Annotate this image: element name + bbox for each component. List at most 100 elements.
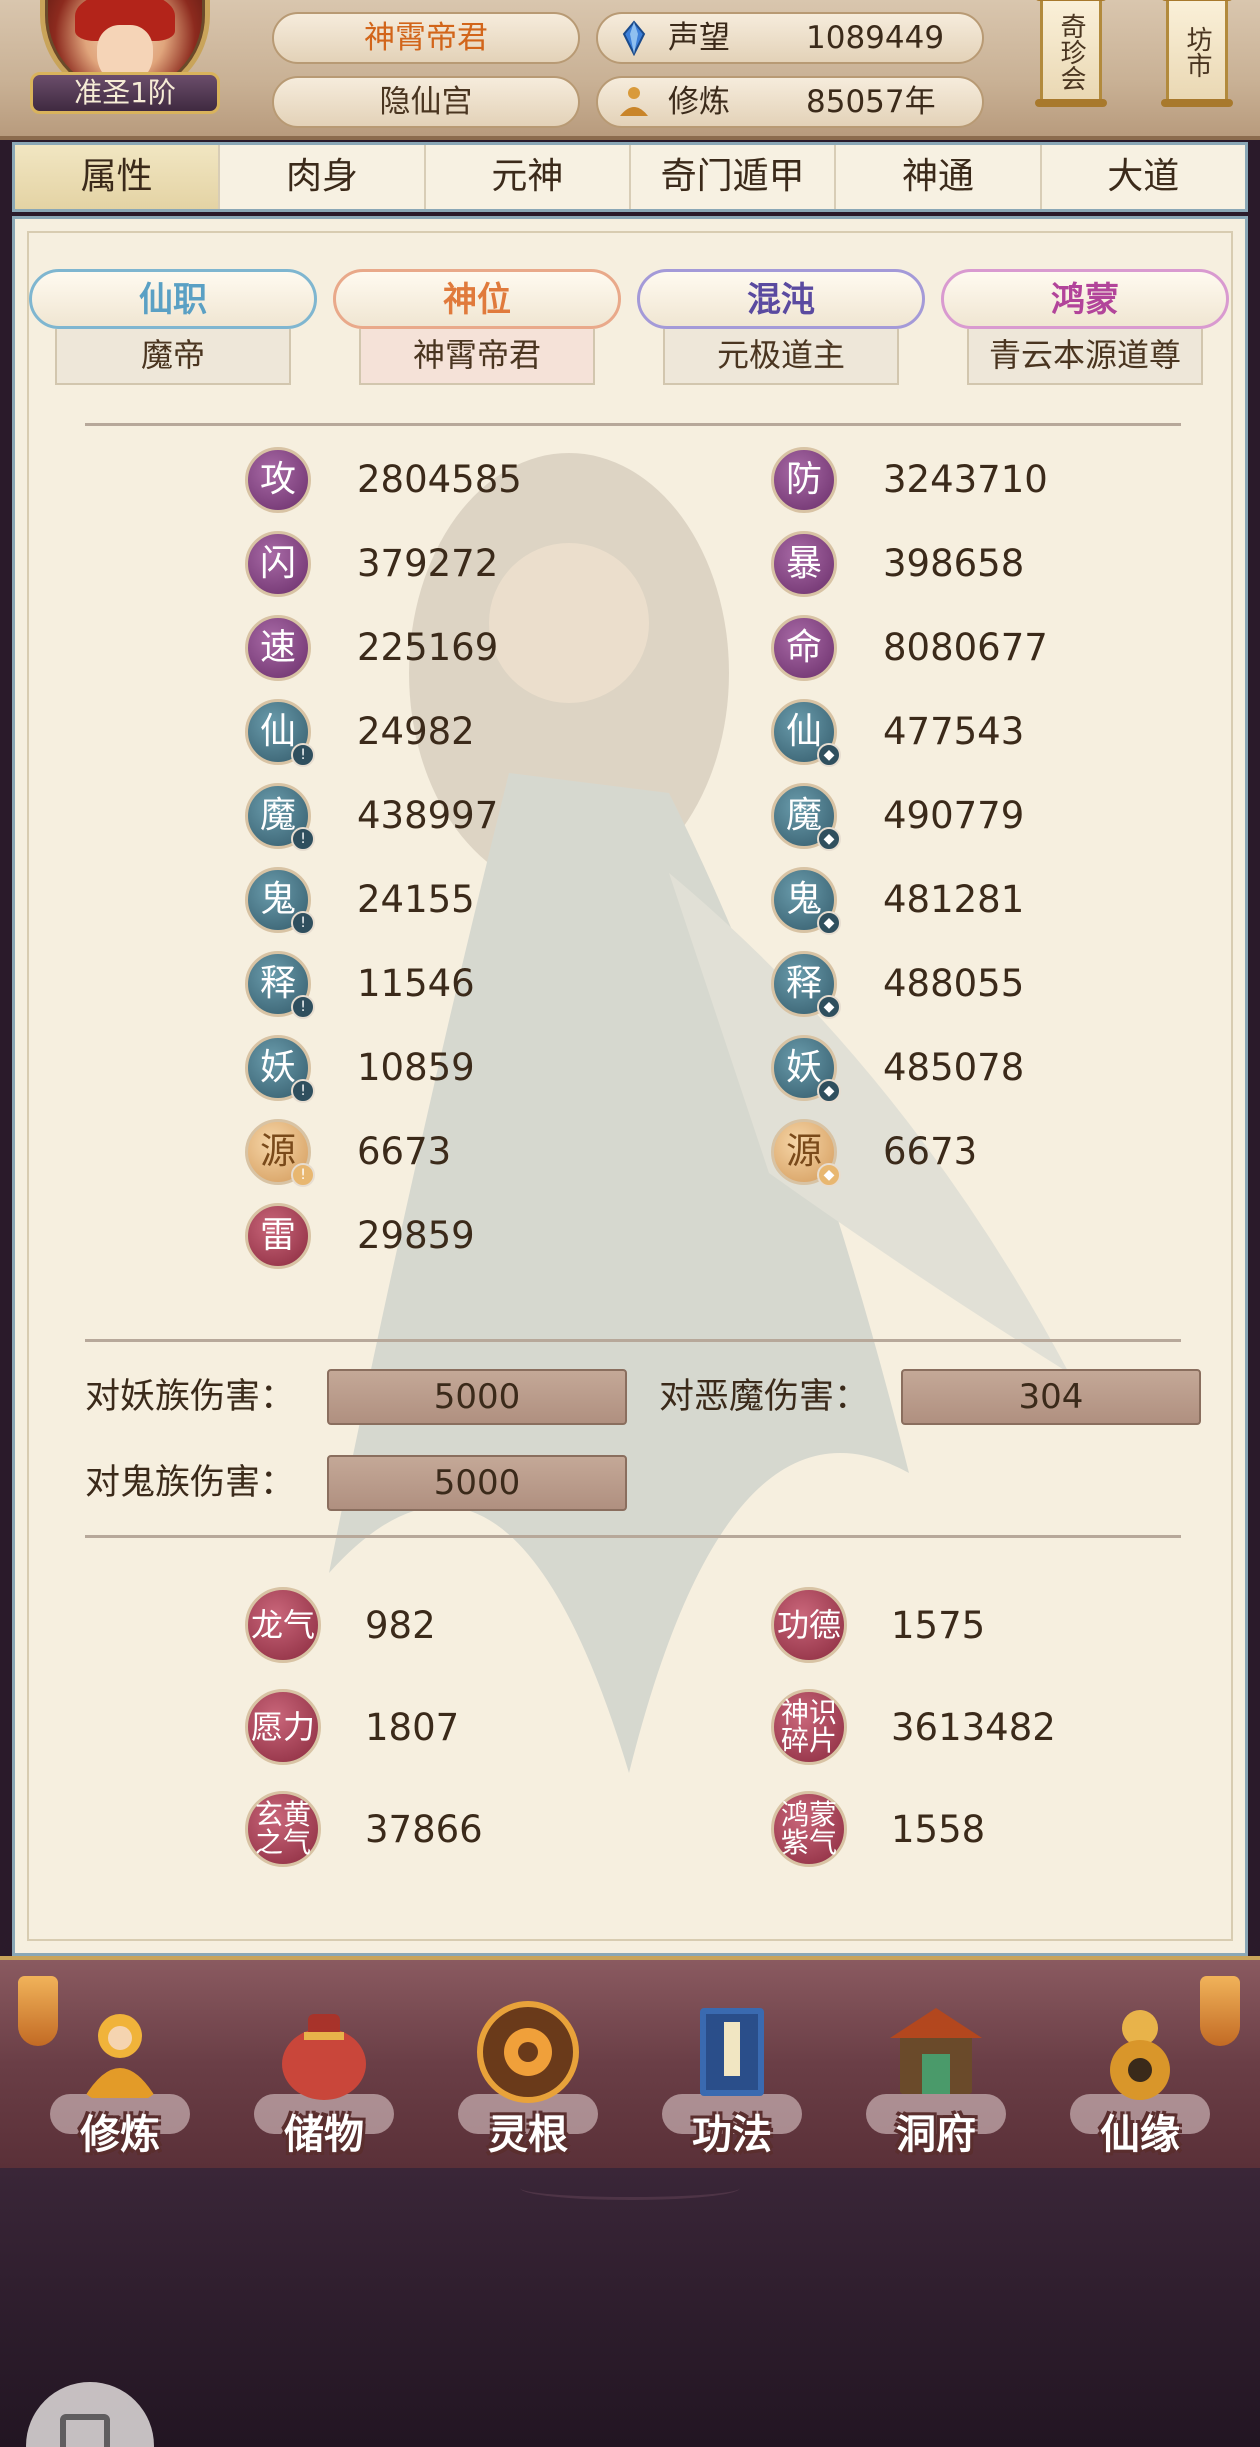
- meditation-icon: [620, 87, 648, 116]
- cultivation-value: 85057年: [806, 84, 936, 120]
- player-avatar[interactable]: 准圣1阶: [30, 0, 220, 130]
- player-sect[interactable]: 隐仙宫: [272, 76, 580, 128]
- bag-icon: [282, 2014, 366, 2100]
- nav-techniques[interactable]: 功法: [652, 1990, 812, 2160]
- attr-source-attack: 源 ! 6673: [245, 1117, 605, 1187]
- rank-row: 仙职 魔帝 神位 神霄帝君 混沌 元极道主 鸿蒙 青云本源道尊: [15, 269, 1251, 389]
- attribute-panel: 仙职 魔帝 神位 神霄帝君 混沌 元极道主 鸿蒙 青云本源道尊 攻 280458…: [12, 216, 1248, 1956]
- player-title[interactable]: 神霄帝君: [272, 12, 580, 64]
- attr-immortal-defense: 仙 ◆ 477543: [771, 697, 1131, 767]
- attr-demon-attack: 魔 ! 438997: [245, 781, 605, 851]
- rank-value: 魔帝: [55, 329, 291, 385]
- cultivation-label: 修炼: [668, 84, 730, 120]
- shield-badge-icon: ◆: [817, 995, 841, 1019]
- attr-value: 490779: [883, 794, 1025, 837]
- attr-value: 11546: [357, 962, 475, 1005]
- attr-value: 29859: [357, 1214, 475, 1257]
- nav-cave-dwelling[interactable]: 洞府: [856, 1990, 1016, 2160]
- attr-value: 10859: [357, 1046, 475, 1089]
- nav-cultivation[interactable]: 修炼: [40, 1990, 200, 2160]
- resource-wish-power: 愿力 1807: [245, 1683, 605, 1773]
- damage-value: 304: [901, 1369, 1201, 1425]
- nav-storage[interactable]: 储物: [244, 1990, 404, 2160]
- market-button[interactable]: 坊市: [1161, 0, 1233, 107]
- attr-value: 24982: [357, 710, 475, 753]
- reputation-value: 1089449: [806, 20, 945, 56]
- attr-health: 命 8080677: [771, 613, 1131, 683]
- attr-defense: 防 3243710: [771, 445, 1131, 515]
- tab-attributes[interactable]: 属性: [15, 145, 221, 209]
- resource-value: 37866: [365, 1808, 483, 1851]
- damage-vs-ghosts: 对鬼族伤害： 5000: [85, 1455, 645, 1511]
- footer-background: [0, 2168, 1260, 2447]
- rank-label: 鸿蒙: [941, 269, 1229, 329]
- resource-value: 1575: [891, 1604, 986, 1647]
- wish-power-icon: 愿力: [245, 1689, 321, 1765]
- tab-body[interactable]: 肉身: [220, 145, 426, 209]
- attr-immortal-attack: 仙 ! 24982: [245, 697, 605, 767]
- attr-value: 2804585: [357, 458, 522, 501]
- nav-label: 修炼: [80, 2112, 160, 2158]
- attr-value: 481281: [883, 878, 1025, 921]
- resource-value: 3613482: [891, 1706, 1056, 1749]
- damage-label: 对妖族伤害：: [85, 1377, 296, 1417]
- rank-hongmeng[interactable]: 鸿蒙 青云本源道尊: [941, 269, 1229, 389]
- rank-immortal-post[interactable]: 仙职 魔帝: [29, 269, 317, 389]
- tab-dao[interactable]: 大道: [1042, 145, 1245, 209]
- attr-demon-defense: 魔 ◆ 490779: [771, 781, 1131, 851]
- gourd-icon: [1110, 2010, 1170, 2100]
- attr-buddha-attack: 释 ! 11546: [245, 949, 605, 1019]
- damage-value: 5000: [327, 1369, 627, 1425]
- attr-value: 477543: [883, 710, 1025, 753]
- resource-xuanhuang-qi: 玄黄之气 37866: [245, 1785, 605, 1875]
- rank-divine-position[interactable]: 神位 神霄帝君: [333, 269, 621, 389]
- damage-vs-demons: 对恶魔伤害： 304: [659, 1369, 1219, 1425]
- attr-value: 6673: [357, 1130, 452, 1173]
- rank-badge: 准圣1阶: [30, 72, 220, 114]
- tab-qimen[interactable]: 奇门遁甲: [631, 145, 837, 209]
- tab-soul[interactable]: 元神: [426, 145, 631, 209]
- shield-badge-icon: ◆: [817, 1079, 841, 1103]
- defense-icon: 防: [771, 447, 837, 513]
- reputation-display: 声望 1089449: [596, 12, 984, 64]
- attr-critical: 暴 398658: [771, 529, 1131, 599]
- resource-value: 1807: [365, 1706, 460, 1749]
- nav-fate[interactable]: 仙缘: [1060, 1990, 1220, 2160]
- nav-spirit-root[interactable]: 灵根: [448, 1990, 608, 2160]
- nav-label: 洞府: [896, 2112, 976, 2158]
- top-header: 准圣1阶 神霄帝君 隐仙宫 声望 1089449 修炼 85057年 奇珍会 坊…: [0, 0, 1260, 140]
- tab-skills[interactable]: 神通: [836, 145, 1042, 209]
- resource-value: 1558: [891, 1808, 986, 1851]
- damage-vs-monsters: 对妖族伤害： 5000: [85, 1369, 645, 1425]
- nav-label: 储物: [284, 2112, 364, 2158]
- attr-value: 8080677: [883, 626, 1048, 669]
- attr-buddha-defense: 释 ◆ 488055: [771, 949, 1131, 1019]
- puzzle-icon: [60, 2414, 110, 2447]
- attack-icon: 攻: [245, 447, 311, 513]
- attr-value: 24155: [357, 878, 475, 921]
- cave-icon: [890, 2008, 982, 2094]
- thunder-icon: 雷: [245, 1203, 311, 1269]
- spirit-root-icon: [477, 2001, 579, 2103]
- rank-chaos[interactable]: 混沌 元极道主: [637, 269, 925, 389]
- attr-value: 438997: [357, 794, 499, 837]
- attr-monster-attack: 妖 ! 10859: [245, 1033, 605, 1103]
- attack-badge-icon: !: [291, 1163, 315, 1187]
- attr-value: 488055: [883, 962, 1025, 1005]
- critical-icon: 暴: [771, 531, 837, 597]
- resource-divine-shards: 神识碎片 3613482: [771, 1683, 1131, 1773]
- attack-badge-icon: !: [291, 911, 315, 935]
- merit-icon: 功德: [771, 1587, 847, 1663]
- section-divider: [85, 423, 1181, 426]
- resource-value: 982: [365, 1604, 436, 1647]
- resource-dragon-qi: 龙气 982: [245, 1581, 605, 1671]
- resource-merit: 功德 1575: [771, 1581, 1131, 1671]
- health-icon: 命: [771, 615, 837, 681]
- nav-label: 仙缘: [1100, 2112, 1180, 2158]
- treasure-fair-button[interactable]: 奇珍会: [1035, 0, 1107, 107]
- attr-dodge: 闪 379272: [245, 529, 605, 599]
- attack-badge-icon: !: [291, 743, 315, 767]
- attr-speed: 速 225169: [245, 613, 605, 683]
- footer-ornament: [520, 2176, 740, 2200]
- attr-value: 398658: [883, 542, 1025, 585]
